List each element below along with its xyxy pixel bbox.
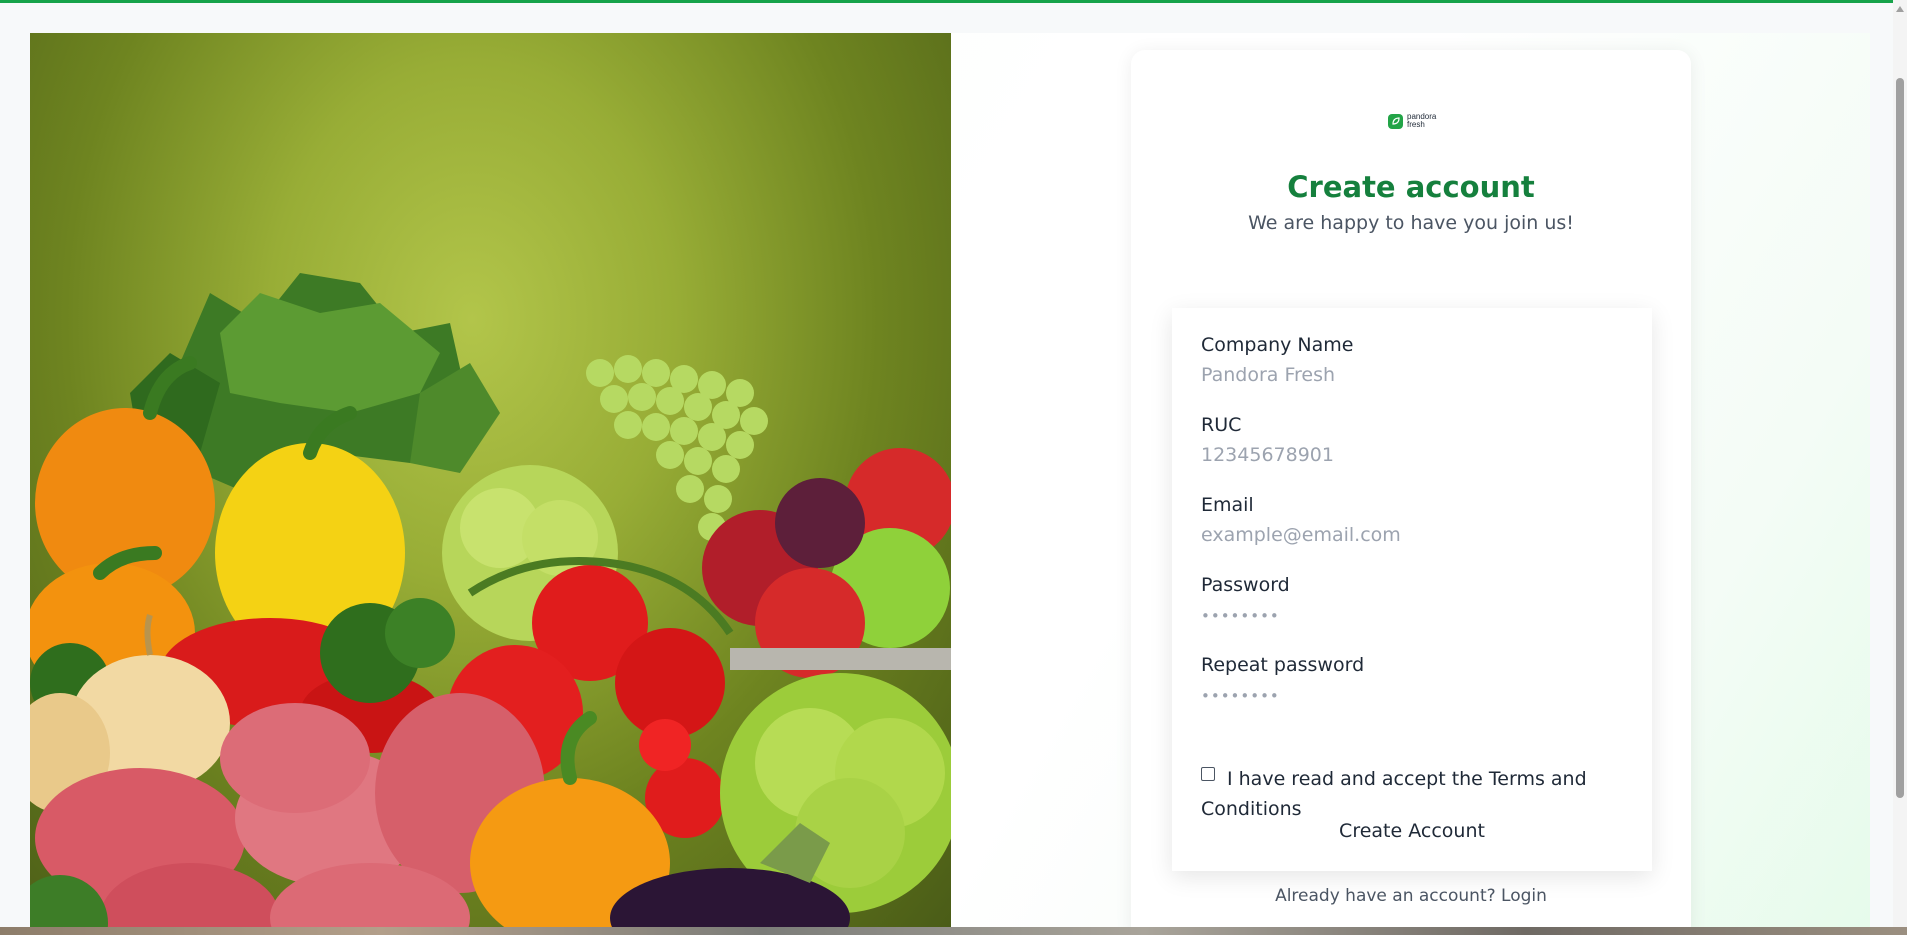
brand-logo: pandora fresh [1388, 111, 1436, 131]
signup-form: Company Name RUC Email Password Repeat p… [1172, 308, 1652, 871]
company-name-label: Company Name [1201, 334, 1354, 356]
page-scrollbar[interactable] [1893, 0, 1907, 935]
logo-wordmark: pandora fresh [1407, 113, 1436, 129]
scrollbar-thumb[interactable] [1896, 78, 1904, 798]
email-label: Email [1201, 494, 1254, 516]
signup-card: pandora fresh Create account We are happ… [1131, 50, 1691, 935]
logo-line-2: fresh [1407, 120, 1425, 129]
top-accent-bar [0, 0, 1907, 3]
create-account-button[interactable]: Create Account [1172, 814, 1652, 848]
repeat-password-label: Repeat password [1201, 654, 1365, 676]
page-subtitle: We are happy to have you join us! [1248, 212, 1574, 234]
signup-page: pandora fresh Create account We are happ… [30, 33, 1870, 935]
login-link[interactable]: Login [1501, 886, 1547, 906]
company-name-input[interactable] [1201, 362, 1621, 388]
password-label: Password [1201, 574, 1290, 596]
ruc-label: RUC [1201, 414, 1242, 436]
password-input[interactable] [1201, 602, 1621, 628]
page-title: Create account [1287, 170, 1535, 204]
produce-hero-image [30, 33, 951, 928]
leaf-icon [1388, 113, 1403, 129]
scroll-up-arrow-icon[interactable] [1896, 6, 1904, 12]
taskbar-strip [0, 927, 1907, 935]
ruc-input[interactable] [1201, 442, 1621, 468]
login-prompt-row: Already have an account? Login [1131, 886, 1691, 906]
repeat-password-input[interactable] [1201, 682, 1621, 708]
email-input[interactable] [1201, 522, 1621, 548]
login-prompt: Already have an account? [1275, 886, 1502, 906]
